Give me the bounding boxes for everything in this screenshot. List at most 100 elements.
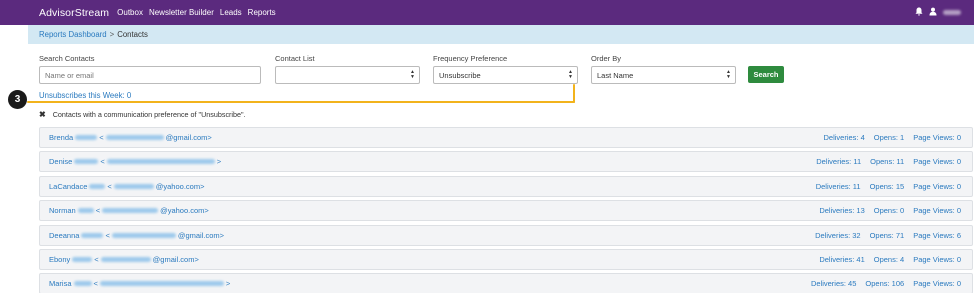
contact-stats: Deliveries: 11 Opens: 11 Page Views: 0 <box>816 152 961 171</box>
filter-notice: ✖ Contacts with a communication preferen… <box>39 110 246 119</box>
contact-email-domain: @gmail.com> <box>165 133 212 142</box>
deliveries-count: Deliveries: 41 <box>819 254 865 264</box>
frequency-preference-label: Frequency Preference <box>433 54 508 63</box>
contact-stats: Deliveries: 32 Opens: 71 Page Views: 6 <box>815 226 961 245</box>
breadcrumb: Reports Dashboard > Contacts <box>28 25 974 44</box>
page-views-count: Page Views: 6 <box>913 230 961 240</box>
deliveries-count: Deliveries: 32 <box>815 230 861 240</box>
nav-outbox[interactable]: Outbox <box>117 8 143 17</box>
breadcrumb-separator: > <box>109 30 115 39</box>
contact-first-name: Ebony <box>49 254 71 264</box>
callout-connector-horizontal <box>27 101 575 103</box>
deliveries-count: Deliveries: 45 <box>810 279 857 289</box>
order-by-select[interactable]: Last Name ▲ ▼ <box>591 66 736 84</box>
opens-count: Opens: 11 <box>870 157 905 167</box>
contact-first-name: Denise <box>49 157 73 167</box>
contact-row[interactable]: Denise < > Deliveries: 11 Opens: 11 Page … <box>39 151 973 173</box>
opens-count: Opens: 0 <box>873 206 905 216</box>
bell-icon[interactable] <box>915 7 923 18</box>
nav-reports[interactable]: Reports <box>248 8 276 17</box>
contact-row[interactable]: Ebony < @gmail.com> Deliveries: 41 Opens:… <box>39 248 973 270</box>
page-views-count: Page Views: 0 <box>913 181 961 191</box>
contact-stats: Deliveries: 13 Opens: 0 Page Views: 0 <box>819 201 961 220</box>
nav-leads[interactable]: Leads <box>220 8 242 17</box>
breadcrumb-current: Contacts <box>117 30 148 39</box>
contact-first-name: Norman <box>49 206 76 216</box>
username-redacted[interactable] <box>943 10 961 15</box>
contact-email-domain: @yahoo.com> <box>155 181 205 191</box>
frequency-preference-value: Unsubscribe <box>439 70 481 80</box>
nav-right-group <box>915 0 961 25</box>
top-navbar: AdvisorStream Outbox Newsletter Builder … <box>0 0 974 25</box>
contact-email-domain: @yahoo.com> <box>160 206 209 216</box>
select-arrows-icon: ▲ ▼ <box>726 69 731 80</box>
opens-count: Opens: 106 <box>865 279 905 289</box>
contact-row[interactable]: Deeanna < @gmail.com> Deliveries: 32 Open… <box>39 224 973 246</box>
callout-number-badge: 3 <box>8 90 27 109</box>
contact-first-name: LaCandace <box>49 181 88 191</box>
contact-link[interactable]: Deeanna < @gmail.com> <box>49 231 224 240</box>
contact-link[interactable]: Ebony < @gmail.com> <box>49 255 199 264</box>
contact-email-domain: > <box>225 279 231 289</box>
deliveries-count: Deliveries: 4 <box>823 133 865 142</box>
search-contacts-label: Search Contacts <box>39 54 95 63</box>
deliveries-count: Deliveries: 11 <box>816 157 862 167</box>
page-views-count: Page Views: 0 <box>913 279 961 289</box>
contact-link[interactable]: Brenda < @gmail.com> <box>49 133 212 142</box>
contact-row[interactable]: Brenda < @gmail.com> Deliveries: 4 Opens:… <box>39 127 973 148</box>
contact-first-name: Deeanna <box>49 230 80 240</box>
redacted-last-name <box>89 183 106 189</box>
contact-list-label: Contact List <box>275 54 315 63</box>
redacted-last-name <box>73 281 92 287</box>
breadcrumb-reports-dashboard[interactable]: Reports Dashboard <box>39 30 107 39</box>
redacted-last-name <box>77 208 94 214</box>
select-arrows-icon: ▲ ▼ <box>410 69 415 80</box>
search-button[interactable]: Search <box>748 66 784 83</box>
contact-link[interactable]: Denise < > <box>49 157 221 166</box>
contact-row[interactable]: Marisa < > Deliveries: 45 Opens: 106 Page… <box>39 273 973 293</box>
opens-count: Opens: 4 <box>873 254 905 264</box>
order-by-value: Last Name <box>597 70 634 80</box>
page-views-count: Page Views: 0 <box>913 157 961 167</box>
select-arrows-icon: ▲ ▼ <box>568 69 573 80</box>
opens-count: Opens: 1 <box>873 133 905 142</box>
redacted-email <box>105 135 164 140</box>
redacted-last-name <box>75 135 98 140</box>
contact-email-domain: @gmail.com> <box>177 230 225 240</box>
page-views-count: Page Views: 0 <box>913 133 961 142</box>
user-icon[interactable] <box>929 7 937 18</box>
page-views-count: Page Views: 0 <box>913 254 961 264</box>
contact-stats: Deliveries: 4 Opens: 1 Page Views: 0 <box>823 128 961 147</box>
frequency-preference-select[interactable]: Unsubscribe ▲ ▼ <box>433 66 578 84</box>
nav-newsletter-builder[interactable]: Newsletter Builder <box>149 8 214 17</box>
redacted-email <box>113 183 154 189</box>
search-input[interactable] <box>39 66 261 84</box>
contact-link[interactable]: Marisa < > <box>49 279 230 288</box>
contacts-list: Brenda < @gmail.com> Deliveries: 4 Opens:… <box>39 127 973 293</box>
redacted-email <box>111 232 176 238</box>
contact-stats: Deliveries: 41 Opens: 4 Page Views: 0 <box>819 250 961 269</box>
contact-link[interactable]: LaCandace < @yahoo.com> <box>49 182 204 191</box>
filter-notice-text: Contacts with a communication preference… <box>52 110 246 119</box>
contact-stats: Deliveries: 45 Opens: 106 Page Views: 0 <box>811 274 961 293</box>
contact-first-name: Marisa <box>49 279 72 289</box>
unsubscribes-this-week[interactable]: Unsubscribes this Week: 0 <box>39 91 131 100</box>
page-views-count: Page Views: 0 <box>913 206 961 216</box>
redacted-email <box>100 256 151 262</box>
contact-email-domain: > <box>216 157 222 167</box>
brand-logo[interactable]: AdvisorStream <box>39 7 109 19</box>
contact-email-domain: @gmail.com> <box>152 254 199 264</box>
opens-count: Opens: 71 <box>869 230 905 240</box>
contact-row[interactable]: LaCandace < @yahoo.com> Deliveries: 11 Op… <box>39 175 973 197</box>
contact-first-name: Brenda <box>49 133 74 142</box>
contact-link[interactable]: Norman < @yahoo.com> <box>49 206 209 215</box>
contact-list-select[interactable]: ▲ ▼ <box>275 66 420 84</box>
contact-row[interactable]: Norman < @yahoo.com> Deliveries: 13 Opens… <box>39 200 973 222</box>
redacted-email <box>102 208 159 214</box>
opens-count: Opens: 15 <box>869 181 905 191</box>
redacted-email <box>99 281 224 287</box>
redacted-last-name <box>81 232 104 238</box>
redacted-last-name <box>74 159 99 165</box>
times-icon[interactable]: ✖ <box>39 110 46 119</box>
contact-stats: Deliveries: 11 Opens: 15 Page Views: 0 <box>816 177 961 196</box>
